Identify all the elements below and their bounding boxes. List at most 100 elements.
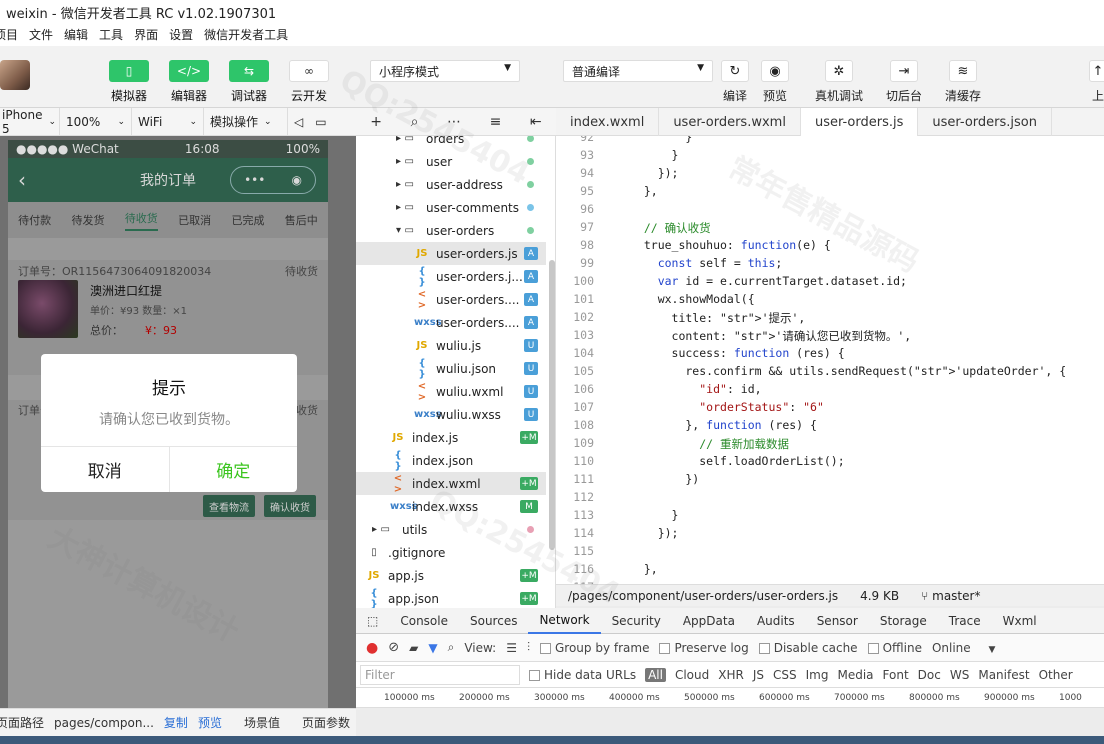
tree-file[interactable]: ▯ .gitignore — [356, 541, 546, 564]
sound-icon[interactable]: ◁ — [288, 108, 309, 136]
preserve-log-checkbox[interactable]: Preserve log — [659, 641, 749, 655]
debugger-button[interactable]: ⇆ 调试器 — [219, 60, 279, 104]
filter-media[interactable]: Media — [837, 668, 873, 682]
inspect-icon[interactable]: ⬚ — [356, 608, 389, 634]
waterfall-icon[interactable]: ⫶ — [527, 640, 530, 655]
view-logistics-button[interactable]: 查看物流 — [203, 495, 255, 517]
filter-xhr[interactable]: XHR — [718, 668, 744, 682]
tree-file[interactable]: wxss user-orders.... A — [356, 311, 546, 334]
zoom-select[interactable]: 100% ⌄ — [60, 107, 132, 136]
tab-network[interactable]: Network — [528, 608, 601, 634]
confirm-receipt-button[interactable]: 确认收货 — [264, 495, 316, 517]
modal-cancel-button[interactable]: 取消 — [41, 447, 169, 492]
group-by-frame-checkbox[interactable]: Group by frame — [539, 641, 649, 655]
tree-file[interactable]: { } index.json — [356, 449, 546, 472]
tree-file[interactable]: { } user-orders.j... A — [356, 265, 546, 288]
copy-link[interactable]: 复制 — [164, 714, 188, 731]
filter-cloud[interactable]: Cloud — [675, 668, 709, 682]
menu-devtools[interactable]: 微信开发者工具 — [204, 26, 288, 46]
operate-select[interactable]: 模拟操作 ⌄ — [204, 107, 288, 136]
filter-all[interactable]: All — [645, 667, 666, 682]
tree-file[interactable]: JS app.js +M — [356, 564, 546, 587]
tree-folder[interactable]: ▸ ▭ user-comments — [356, 196, 546, 219]
menu-tools[interactable]: 工具 — [99, 26, 123, 46]
tab-sensor[interactable]: Sensor — [806, 608, 869, 634]
tree-file[interactable]: JS wuliu.js U — [356, 334, 546, 357]
tab-user-orders-wxml[interactable]: user-orders.wxml — [659, 108, 801, 136]
tab-audits[interactable]: Audits — [746, 608, 806, 634]
tab-user-orders-json[interactable]: user-orders.json — [918, 108, 1052, 136]
cloud-button[interactable]: ∞ 云开发 — [279, 60, 339, 104]
menu-project[interactable]: 项目 — [0, 26, 18, 46]
more-icon[interactable]: ⋯ — [447, 114, 461, 130]
clear-cache-button[interactable]: ≋ 清缓存 — [941, 60, 985, 104]
tab-wxml[interactable]: Wxml — [992, 608, 1048, 634]
avatar[interactable] — [0, 60, 30, 90]
clear-icon[interactable]: ⊘ — [388, 640, 399, 655]
filter-icon[interactable]: ▼ — [428, 641, 437, 655]
tab-unshipped[interactable]: 待发货 — [71, 212, 104, 228]
list-view-icon[interactable]: ☰ — [506, 641, 517, 655]
compile-button[interactable]: ↻ 编译 — [717, 60, 753, 104]
more-icon[interactable]: ••• — [244, 173, 265, 187]
editor-button[interactable]: </> 编辑器 — [159, 60, 219, 104]
tab-user-orders-js[interactable]: user-orders.js — [800, 108, 919, 136]
tab-security[interactable]: Security — [601, 608, 672, 634]
hide-data-urls-checkbox[interactable]: Hide data URLs — [529, 668, 636, 682]
upload-button[interactable]: ↑ 上 — [1086, 60, 1104, 104]
add-icon[interactable]: + — [370, 114, 382, 130]
menu-file[interactable]: 文件 — [29, 26, 53, 46]
close-circle-icon[interactable]: ◉ — [291, 173, 301, 187]
network-select[interactable]: WiFi ⌄ — [132, 107, 204, 136]
record-icon[interactable]: ● — [366, 640, 378, 656]
git-branch[interactable]: ⑂ master* — [921, 589, 980, 603]
tree-folder[interactable]: ▾ ▭ user-orders — [356, 219, 546, 242]
tree-folder[interactable]: ▸ ▭ utils — [356, 518, 546, 541]
search-icon[interactable]: ⌕ — [448, 640, 455, 655]
tree-folder[interactable]: ▸ ▭ orders — [356, 136, 546, 150]
tree-file[interactable]: JS index.js +M — [356, 426, 546, 449]
product-image[interactable] — [18, 280, 78, 338]
throttle-select[interactable]: Online ▼ — [932, 641, 995, 655]
menu-settings[interactable]: 设置 — [169, 26, 193, 46]
background-button[interactable]: ⇥ 切后台 — [882, 60, 926, 104]
tree-file[interactable]: { } app.json +M — [356, 587, 546, 608]
preview-button[interactable]: ◉ 预览 — [757, 60, 793, 104]
tree-file[interactable]: wxss wuliu.wxss U — [356, 403, 546, 426]
capsule-menu[interactable]: ••• ◉ — [230, 166, 316, 194]
compile-select[interactable]: 普通编译 ▼ — [563, 60, 713, 82]
page-params[interactable]: 页面参数 — [302, 714, 350, 731]
filter-font[interactable]: Font — [883, 668, 909, 682]
filter-doc[interactable]: Doc — [918, 668, 941, 682]
tab-completed[interactable]: 已完成 — [231, 212, 264, 228]
disable-cache-checkbox[interactable]: Disable cache — [758, 641, 858, 655]
offline-checkbox[interactable]: Offline — [867, 641, 922, 655]
tab-trace[interactable]: Trace — [938, 608, 992, 634]
tab-unpaid[interactable]: 待付款 — [18, 212, 51, 228]
filter-css[interactable]: CSS — [773, 668, 797, 682]
tab-appdata[interactable]: AppData — [672, 608, 746, 634]
back-icon[interactable]: ‹ — [18, 168, 26, 192]
tab-index-wxml[interactable]: index.wxml — [556, 108, 660, 136]
code-editor[interactable]: 92 } 93 } 94 }); 95 }, 96 97 // 确认收货 98 true_s… — [556, 136, 1104, 584]
filter-img[interactable]: Img — [806, 668, 829, 682]
tab-cancelled[interactable]: 已取消 — [178, 212, 211, 228]
menu-edit[interactable]: 编辑 — [64, 26, 88, 46]
file-tree-scrollbar[interactable] — [549, 260, 555, 550]
tab-to-receive[interactable]: 待收货 — [124, 210, 158, 231]
tree-file[interactable]: wxss index.wxss M — [356, 495, 546, 518]
tab-console[interactable]: Console — [389, 608, 459, 634]
filter-input[interactable]: Filter — [360, 664, 520, 685]
tree-file[interactable]: < > index.wxml +M — [356, 472, 546, 495]
filter-js[interactable]: JS — [753, 668, 764, 682]
mode-select[interactable]: 小程序模式 ▼ — [370, 60, 520, 82]
modal-ok-button[interactable]: 确定 — [168, 447, 298, 492]
collapse-icon[interactable]: ⇤ — [530, 114, 542, 130]
preview-link[interactable]: 预览 — [198, 714, 222, 731]
tree-file[interactable]: { } wuliu.json U — [356, 357, 546, 380]
tree-folder[interactable]: ▸ ▭ user — [356, 150, 546, 173]
tree-file[interactable]: < > wuliu.wxml U — [356, 380, 546, 403]
simulator-button[interactable]: ▯ 模拟器 — [99, 60, 159, 104]
tab-sources[interactable]: Sources — [459, 608, 528, 634]
camera-icon[interactable]: ▰ — [409, 641, 418, 655]
